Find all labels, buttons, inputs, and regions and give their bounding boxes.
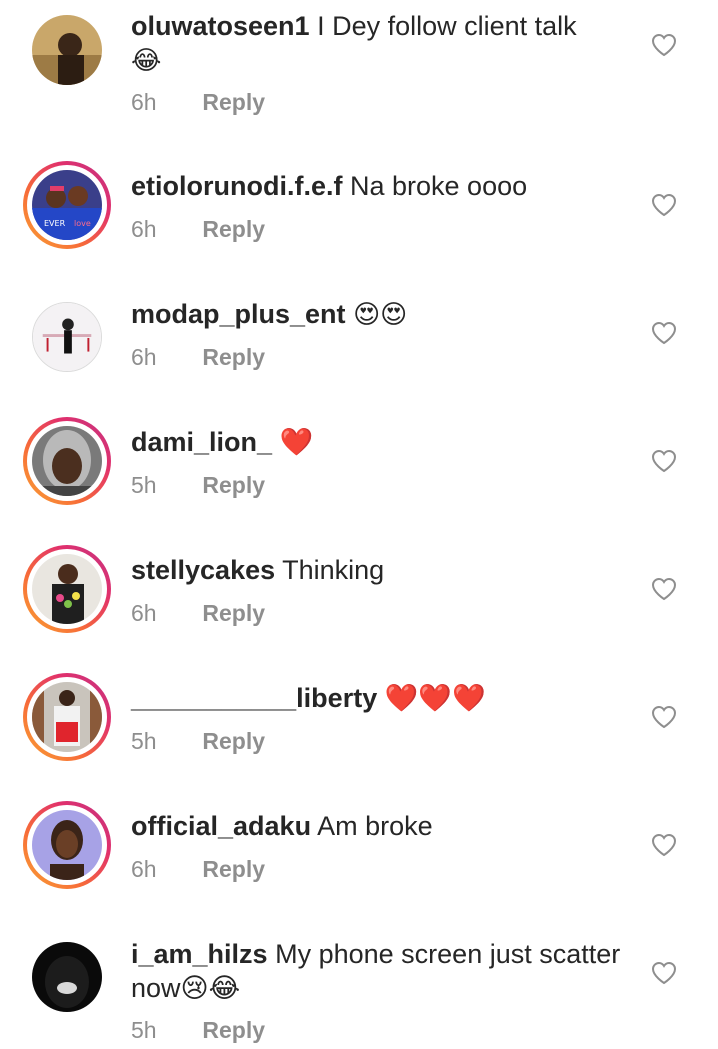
comment-time: 5h [131,1017,157,1043]
avatar-image [32,15,102,85]
comment-time: 5h [131,728,157,754]
comment-username[interactable]: official_adaku [131,811,311,841]
avatar[interactable] [23,6,111,94]
comment-body: i_am_hilzs My phone screen just scatter … [131,937,631,1005]
comment-time: 6h [131,216,157,242]
avatar-image [32,810,102,880]
avatar[interactable] [23,673,111,761]
comment-meta: 6h Reply [131,87,265,117]
comment-body: official_adaku Am broke [131,809,631,843]
comment-username[interactable]: oluwatoseen1 [131,11,310,41]
comment-meta: 5h Reply [131,1015,265,1045]
comment-text: Na broke oooo [350,171,528,201]
svg-text:love: love [74,219,91,228]
comment-time: 6h [131,344,157,370]
comment-meta: 5h Reply [131,470,265,500]
heart-outline-icon[interactable] [651,961,677,985]
comment-meta: 6h Reply [131,214,265,244]
comment-username[interactable]: i_am_hilzs [131,939,268,969]
comment-time: 5h [131,472,157,498]
comment-username[interactable]: ___________liberty [131,683,377,713]
reply-button[interactable]: Reply [202,1017,265,1043]
comment-time: 6h [131,89,157,115]
svg-text:EVER: EVER [44,219,66,228]
heart-outline-icon[interactable] [651,577,677,601]
heart-outline-icon[interactable] [651,193,677,217]
comment-meta: 6h Reply [131,598,265,628]
comment-username[interactable]: modap_plus_ent [131,299,346,329]
comment-time: 6h [131,856,157,882]
reply-button[interactable]: Reply [202,344,265,370]
comment-text: My phone screen just scatter [275,939,621,969]
avatar-image [32,682,102,752]
heart-outline-icon[interactable] [651,33,677,57]
heart-outline-icon[interactable] [651,321,677,345]
comment-meta: 6h Reply [131,854,265,884]
comment-text-continued: now😢😂 [131,973,241,1003]
comment-emoji: 😂 [131,46,162,76]
heart-outline-icon[interactable] [651,449,677,473]
comment-body: stellycakes Thinking [131,553,631,587]
comment-time: 6h [131,600,157,626]
comment-username[interactable]: stellycakes [131,555,275,585]
heart-outline-icon[interactable] [651,705,677,729]
comment-body: etiolorunodi.f.e.f Na broke oooo [131,169,631,203]
avatar-image [33,303,101,371]
comment-username[interactable]: etiolorunodi.f.e.f [131,171,342,201]
reply-button[interactable]: Reply [202,216,265,242]
avatar-image [32,942,102,1012]
avatar-image [32,426,102,496]
avatar[interactable] [23,545,111,633]
reply-button[interactable]: Reply [202,600,265,626]
avatar[interactable] [23,801,111,889]
reply-button[interactable]: Reply [202,89,265,115]
comment-text: ❤️❤️❤️ [384,683,486,713]
comment-body: dami_lion_ ❤️ [131,425,631,459]
comment-text: Thinking [282,555,385,585]
comment-body: modap_plus_ent 😍😍 [131,297,631,332]
comment-text: I Dey follow client talk [317,11,577,41]
comment-username[interactable]: dami_lion_ [131,427,272,457]
reply-button[interactable]: Reply [202,856,265,882]
heart-outline-icon[interactable] [651,833,677,857]
avatar-image [32,554,102,624]
avatar[interactable] [23,417,111,505]
comment-text: 😍😍 [353,300,408,330]
comment-text: Am broke [317,811,433,841]
comment-meta: 6h Reply [131,342,265,372]
reply-button[interactable]: Reply [202,472,265,498]
comment-meta: 5h Reply [131,726,265,756]
reply-button[interactable]: Reply [202,728,265,754]
comment-body: oluwatoseen1 I Dey follow client talk 😂 [131,9,631,78]
avatar[interactable] [23,933,111,1021]
comment-text: ❤️ [279,427,314,457]
avatar-image: EVER love [32,170,102,240]
avatar[interactable]: EVER love [23,161,111,249]
comment-body: ___________liberty ❤️❤️❤️ [131,681,631,715]
avatar[interactable] [23,293,111,381]
